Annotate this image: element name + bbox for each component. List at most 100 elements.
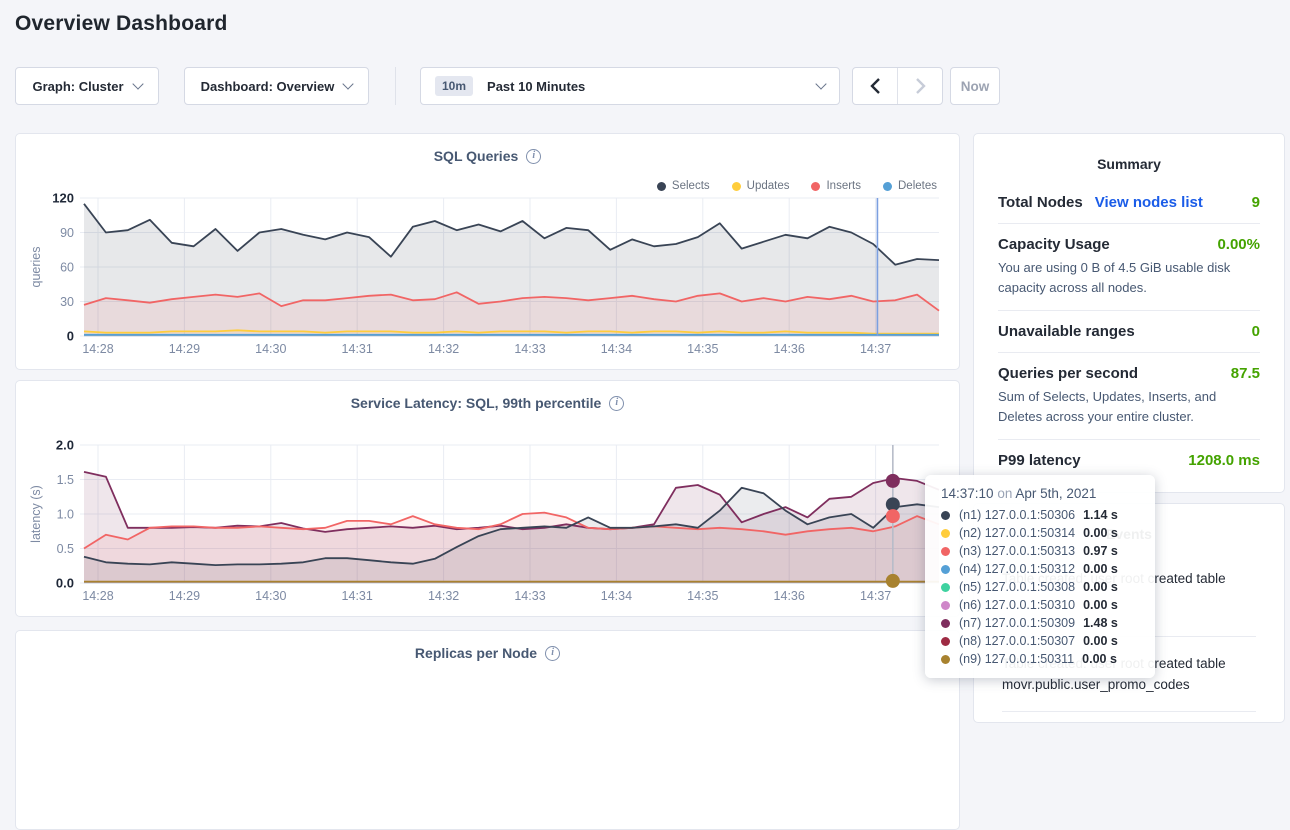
node-address: (n5) 127.0.0.1:50308: [959, 580, 1075, 594]
summary-label: Capacity Usage: [998, 236, 1110, 253]
svg-text:120: 120: [52, 191, 74, 206]
node-address: (n7) 127.0.0.1:50309: [959, 616, 1075, 630]
summary-label: Unavailable ranges: [998, 323, 1135, 340]
summary-rows: Total NodesView nodes list9Capacity Usag…: [998, 182, 1260, 481]
chevron-down-icon: [343, 78, 354, 89]
legend-label: Selects: [672, 180, 710, 192]
tooltip-node-rows: (n1) 127.0.0.1:50306 1.14 s (n2) 127.0.0.1…: [941, 506, 1139, 668]
svg-text:14:36: 14:36: [774, 589, 805, 603]
svg-text:0: 0: [67, 329, 74, 344]
now-button-label: Now: [961, 79, 990, 94]
svg-text:14:33: 14:33: [514, 342, 545, 356]
node-color-dot-icon: [941, 637, 950, 646]
sql-queries-title: SQL Queries: [434, 148, 519, 164]
summary-label: P99 latency: [998, 452, 1081, 469]
chart-hover-tooltip: 14:37:10 on Apr 5th, 2021 (n1) 127.0.0.1…: [925, 475, 1155, 678]
svg-text:90: 90: [60, 226, 74, 240]
graph-dropdown-label: Graph: Cluster: [32, 79, 123, 94]
info-icon[interactable]: i: [609, 396, 624, 411]
legend-label: Updates: [747, 180, 790, 192]
dashboard-dropdown-label: Dashboard: Overview: [201, 79, 335, 94]
time-pager: [852, 67, 943, 105]
svg-text:14:30: 14:30: [255, 342, 286, 356]
svg-text:60: 60: [60, 261, 74, 275]
tooltip-node-row: (n1) 127.0.0.1:50306 1.14 s: [941, 506, 1139, 524]
time-range-badge: 10m: [435, 76, 473, 96]
node-latency-value: 0.00 s: [1082, 652, 1117, 666]
tooltip-time: 14:37:10: [941, 486, 994, 501]
node-latency-value: 0.00 s: [1083, 580, 1118, 594]
sql-queries-legend: Selects Updates Inserts Deletes: [657, 180, 937, 192]
svg-text:14:30: 14:30: [255, 589, 286, 603]
next-time-button[interactable]: [898, 68, 942, 104]
graph-dropdown[interactable]: Graph: Cluster: [15, 67, 159, 105]
node-color-dot-icon: [941, 655, 950, 664]
controls-divider: [395, 67, 396, 105]
node-latency-value: 0.00 s: [1083, 634, 1118, 648]
tooltip-date: Apr 5th, 2021: [1015, 486, 1096, 501]
svg-text:2.0: 2.0: [56, 438, 74, 453]
time-range-label: Past 10 Minutes: [487, 79, 585, 94]
prev-time-button[interactable]: [853, 68, 897, 104]
dashboard-dropdown[interactable]: Dashboard: Overview: [184, 67, 369, 105]
svg-text:14:37: 14:37: [860, 589, 891, 603]
legend-dot-icon: [883, 182, 892, 191]
node-latency-value: 1.48 s: [1083, 616, 1118, 630]
node-color-dot-icon: [941, 619, 950, 628]
service-latency-card: Service Latency: SQL, 99th percentile i …: [15, 380, 960, 617]
node-latency-value: 0.00 s: [1083, 526, 1118, 540]
replicas-per-node-card: Replicas per Node i: [15, 630, 960, 830]
page-title: Overview Dashboard: [15, 12, 228, 36]
svg-text:1.0: 1.0: [57, 508, 74, 522]
svg-text:14:31: 14:31: [342, 589, 373, 603]
tooltip-node-row: (n2) 127.0.0.1:503140.00 s: [941, 524, 1139, 542]
tooltip-node-row: (n7) 127.0.0.1:50309 1.48 s: [941, 614, 1139, 632]
legend-item-selects: Selects: [657, 180, 710, 192]
legend-label: Deletes: [898, 180, 937, 192]
tooltip-node-row: (n8) 127.0.0.1:50307 0.00 s: [941, 632, 1139, 650]
node-latency-value: 0.97 s: [1083, 544, 1118, 558]
node-address: (n3) 127.0.0.1:50313: [959, 544, 1075, 558]
view-nodes-list-link[interactable]: View nodes list: [1095, 194, 1203, 211]
tooltip-node-row: (n4) 127.0.0.1:503120.00 s: [941, 560, 1139, 578]
time-range-dropdown[interactable]: 10m Past 10 Minutes: [420, 67, 840, 105]
svg-text:0.5: 0.5: [57, 542, 74, 556]
chevron-down-icon: [132, 78, 143, 89]
sql-queries-chart[interactable]: 030609012014:2814:2914:3014:3114:3214:33…: [16, 134, 961, 371]
svg-text:14:32: 14:32: [428, 342, 459, 356]
service-latency-chart[interactable]: 0.00.51.01.52.014:2814:2914:3014:3114:32…: [16, 381, 961, 618]
svg-text:1.5: 1.5: [57, 473, 74, 487]
tooltip-node-row: (n3) 127.0.0.1:50313 0.97 s: [941, 542, 1139, 560]
now-button[interactable]: Now: [950, 67, 1000, 105]
replicas-title: Replicas per Node: [415, 645, 537, 661]
node-latency-value: 0.00 s: [1083, 598, 1118, 612]
node-address: (n9) 127.0.0.1:50311: [959, 652, 1074, 666]
tooltip-node-row: (n9) 127.0.0.1:50311 0.00 s: [941, 650, 1139, 668]
svg-text:14:34: 14:34: [601, 589, 632, 603]
overview-dashboard-page: Overview Dashboard Graph: Cluster Dashbo…: [0, 0, 1290, 689]
svg-text:14:37: 14:37: [860, 342, 891, 356]
node-latency-value: 1.14 s: [1083, 508, 1118, 522]
summary-description: You are using 0 B of 4.5 GiB usable disk…: [998, 258, 1260, 298]
svg-text:14:33: 14:33: [514, 589, 545, 603]
node-color-dot-icon: [941, 565, 950, 574]
chevron-left-icon: [870, 77, 881, 95]
svg-text:0.0: 0.0: [56, 576, 74, 591]
node-color-dot-icon: [941, 511, 950, 520]
node-address: (n1) 127.0.0.1:50306: [959, 508, 1075, 522]
chevron-down-icon: [815, 78, 826, 89]
service-latency-title: Service Latency: SQL, 99th percentile: [351, 395, 602, 411]
replicas-title-row: Replicas per Node i: [16, 645, 959, 661]
summary-value: 0.00%: [1217, 236, 1260, 253]
chevron-right-icon: [915, 77, 926, 95]
info-icon[interactable]: i: [545, 646, 560, 661]
summary-value: 87.5: [1231, 365, 1260, 382]
legend-dot-icon: [732, 182, 741, 191]
node-address: (n8) 127.0.0.1:50307: [959, 634, 1075, 648]
info-icon[interactable]: i: [526, 149, 541, 164]
svg-text:14:34: 14:34: [601, 342, 632, 356]
legend-item-inserts: Inserts: [811, 180, 861, 192]
legend-label: Inserts: [826, 180, 861, 192]
svg-text:latency (s): latency (s): [29, 485, 43, 543]
svg-text:queries: queries: [29, 247, 43, 288]
